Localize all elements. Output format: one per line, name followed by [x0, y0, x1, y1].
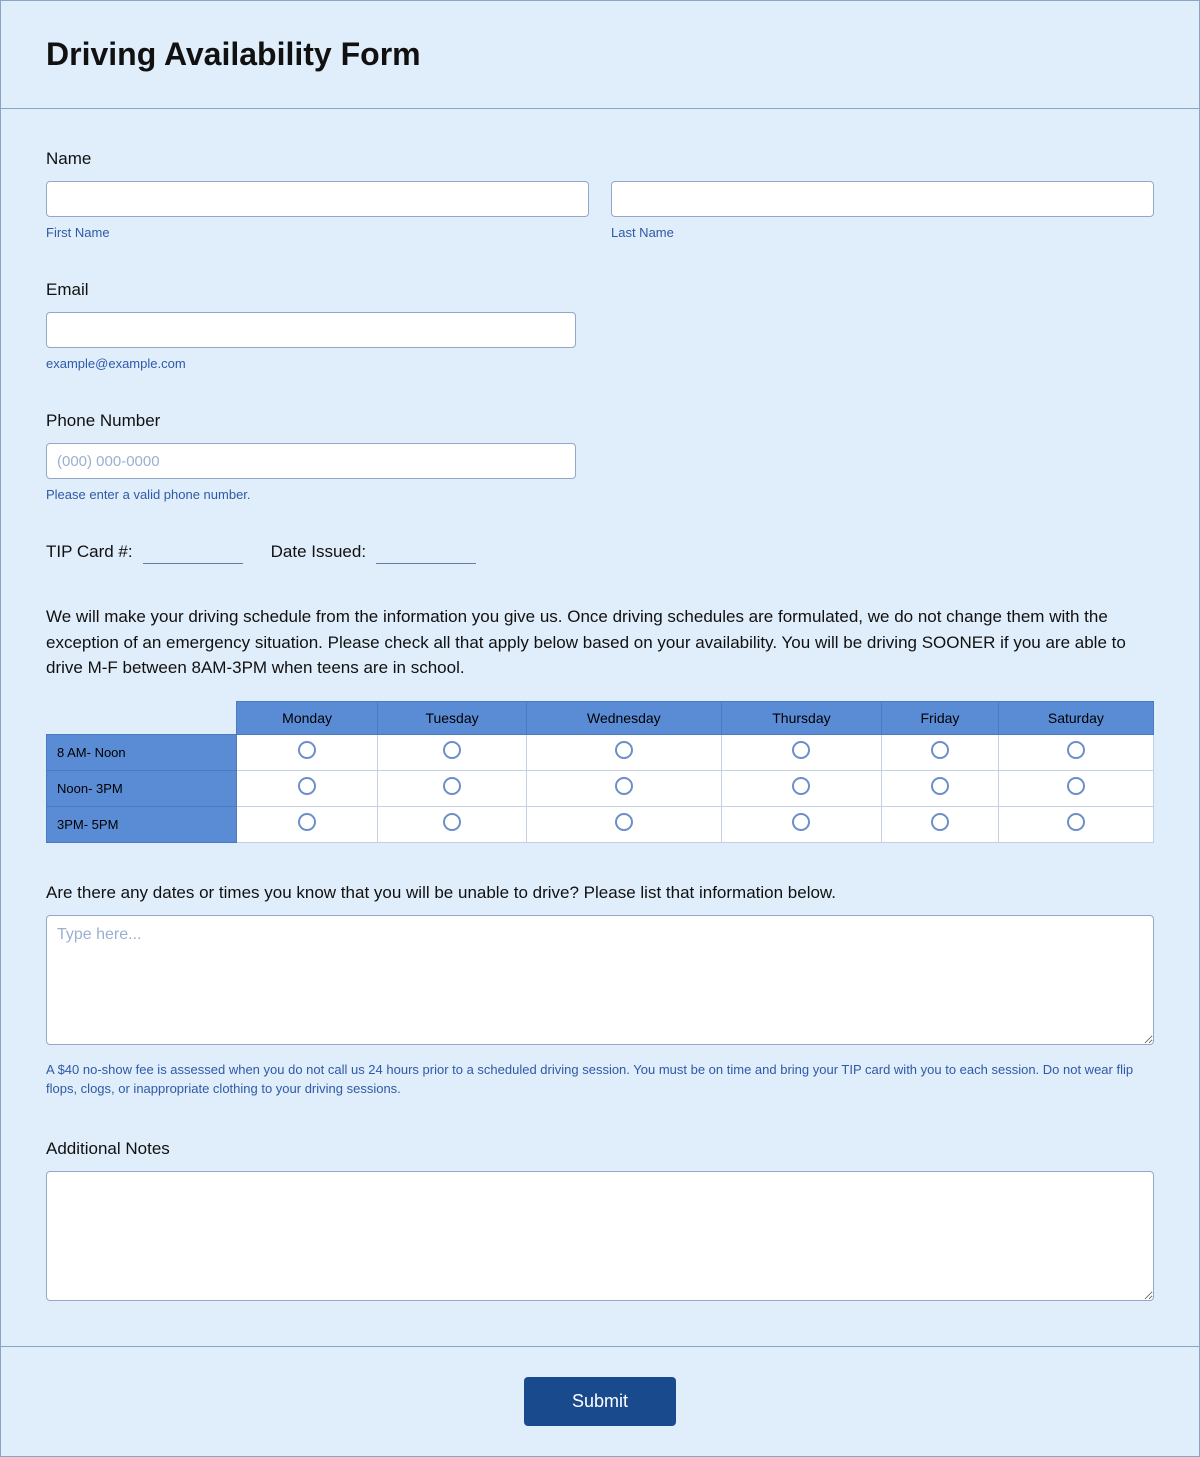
last-name-input[interactable]: [611, 181, 1154, 217]
phone-hint: Please enter a valid phone number.: [46, 487, 1154, 502]
col-friday: Friday: [882, 701, 999, 734]
avail-radio[interactable]: [1067, 777, 1085, 795]
col-wednesday: Wednesday: [526, 701, 721, 734]
avail-radio[interactable]: [792, 813, 810, 831]
table-row: 8 AM- Noon: [47, 734, 1154, 770]
email-label: Email: [46, 280, 1154, 300]
row-noon-3pm: Noon- 3PM: [47, 770, 237, 806]
avail-radio[interactable]: [931, 777, 949, 795]
avail-radio[interactable]: [931, 741, 949, 759]
notes-label: Additional Notes: [46, 1139, 1154, 1159]
avail-radio[interactable]: [615, 741, 633, 759]
avail-radio[interactable]: [1067, 741, 1085, 759]
notes-field-group: Additional Notes: [46, 1139, 1154, 1306]
avail-radio[interactable]: [615, 813, 633, 831]
unable-fineprint: A $40 no-show fee is assessed when you d…: [46, 1060, 1154, 1099]
col-tuesday: Tuesday: [378, 701, 527, 734]
last-name-sublabel: Last Name: [611, 225, 1154, 240]
avail-radio[interactable]: [298, 741, 316, 759]
form-page: Driving Availability Form Name First Nam…: [0, 0, 1200, 1457]
tip-row: TIP Card #: Date Issued:: [46, 542, 1154, 564]
email-input[interactable]: [46, 312, 576, 348]
row-3pm-5pm: 3PM- 5PM: [47, 806, 237, 842]
first-name-col: First Name: [46, 181, 589, 240]
avail-radio[interactable]: [443, 813, 461, 831]
table-row: 3PM- 5PM: [47, 806, 1154, 842]
col-monday: Monday: [237, 701, 378, 734]
avail-radio[interactable]: [792, 741, 810, 759]
phone-input[interactable]: [46, 443, 576, 479]
avail-radio[interactable]: [792, 777, 810, 795]
col-thursday: Thursday: [721, 701, 881, 734]
tip-card-label: TIP Card #:: [46, 542, 133, 562]
table-corner: [47, 701, 237, 734]
instructions-text: We will make your driving schedule from …: [46, 604, 1154, 681]
tip-date-label: Date Issued:: [271, 542, 366, 562]
availability-table: Monday Tuesday Wednesday Thursday Friday…: [46, 701, 1154, 843]
name-label: Name: [46, 149, 1154, 169]
avail-radio[interactable]: [443, 741, 461, 759]
phone-field-group: Phone Number Please enter a valid phone …: [46, 411, 1154, 502]
first-name-input[interactable]: [46, 181, 589, 217]
form-footer: Submit: [1, 1346, 1199, 1456]
first-name-sublabel: First Name: [46, 225, 589, 240]
last-name-col: Last Name: [611, 181, 1154, 240]
col-saturday: Saturday: [998, 701, 1153, 734]
avail-radio[interactable]: [298, 777, 316, 795]
email-field-group: Email example@example.com: [46, 280, 1154, 371]
form-header: Driving Availability Form: [1, 1, 1199, 109]
unable-textarea[interactable]: [46, 915, 1154, 1045]
unable-field-group: Are there any dates or times you know th…: [46, 883, 1154, 1099]
name-row: First Name Last Name: [46, 181, 1154, 240]
submit-button[interactable]: Submit: [524, 1377, 676, 1426]
avail-radio[interactable]: [931, 813, 949, 831]
avail-radio[interactable]: [1067, 813, 1085, 831]
notes-textarea[interactable]: [46, 1171, 1154, 1301]
avail-radio[interactable]: [298, 813, 316, 831]
tip-card-input[interactable]: [143, 542, 243, 564]
phone-label: Phone Number: [46, 411, 1154, 431]
table-row: Noon- 3PM: [47, 770, 1154, 806]
name-field-group: Name First Name Last Name: [46, 149, 1154, 240]
avail-radio[interactable]: [615, 777, 633, 795]
tip-date-input[interactable]: [376, 542, 476, 564]
page-title: Driving Availability Form: [46, 36, 1154, 73]
avail-radio[interactable]: [443, 777, 461, 795]
row-8am-noon: 8 AM- Noon: [47, 734, 237, 770]
email-hint: example@example.com: [46, 356, 1154, 371]
form-body: Name First Name Last Name Email example@…: [1, 109, 1199, 1346]
unable-label: Are there any dates or times you know th…: [46, 883, 1154, 903]
